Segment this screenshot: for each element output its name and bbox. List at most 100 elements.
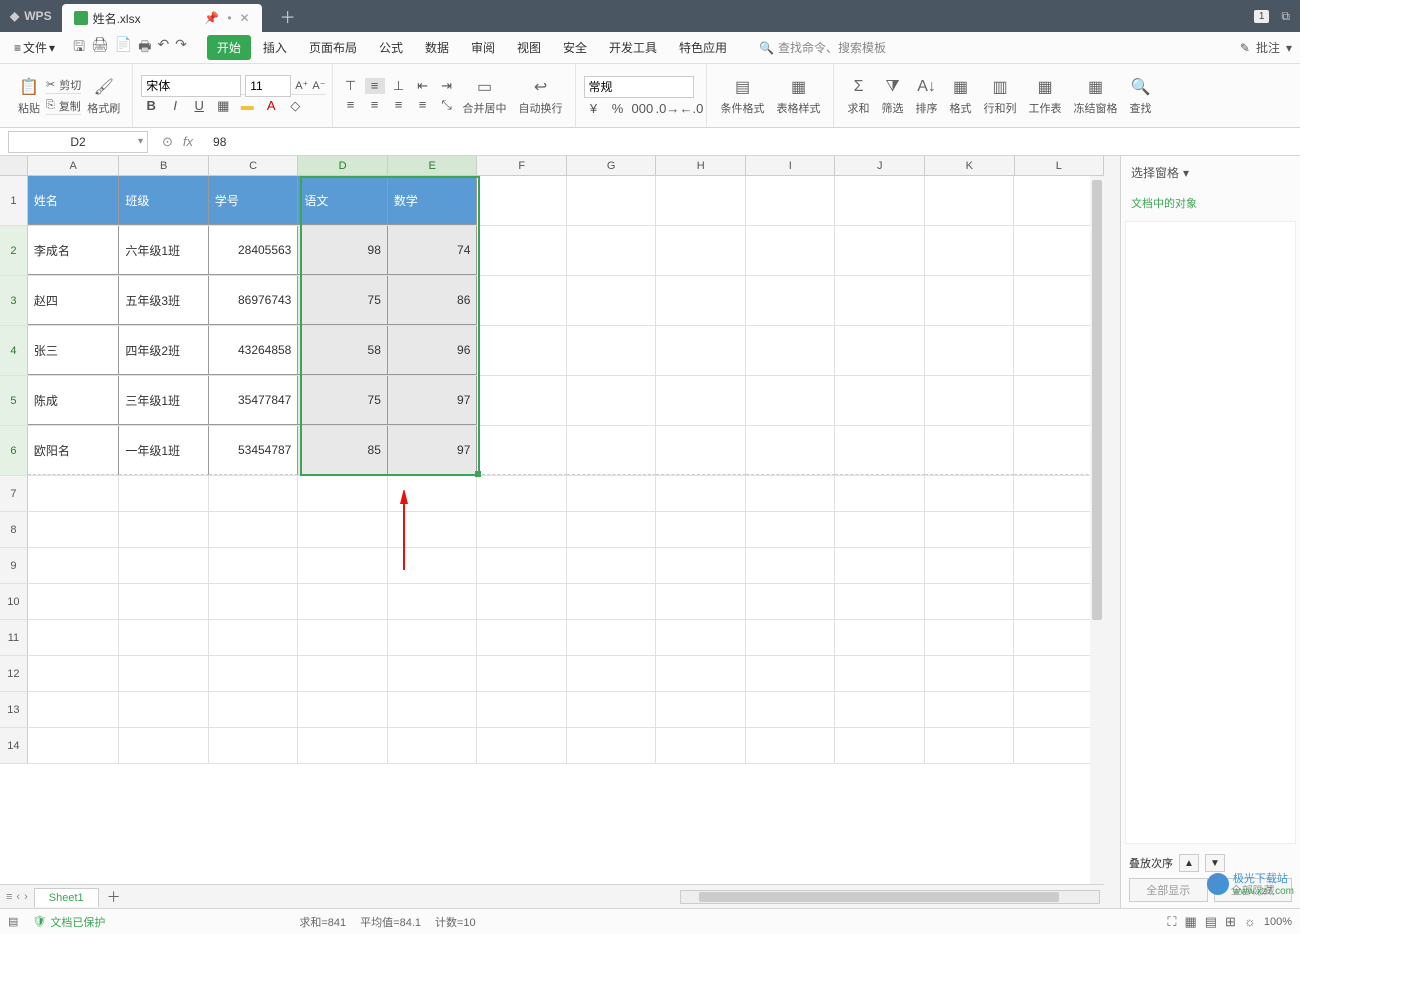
align-center-icon[interactable]: ≡ — [365, 97, 385, 113]
cell[interactable] — [28, 692, 120, 727]
cell[interactable] — [388, 692, 478, 727]
row-header[interactable]: 4 — [0, 326, 28, 375]
annotate-label[interactable]: 批注 — [1256, 39, 1280, 56]
vertical-scroll-thumb[interactable] — [1092, 180, 1102, 620]
format-painter-button[interactable]: 🖌 格式刷 — [81, 72, 126, 120]
cell[interactable] — [656, 176, 746, 225]
cell[interactable] — [746, 276, 836, 325]
cell[interactable] — [925, 584, 1015, 619]
grid-settings-icon[interactable]: ▤ — [8, 915, 18, 928]
tab-layout[interactable]: 页面布局 — [299, 35, 367, 60]
brightness-icon[interactable]: ☼ — [1244, 914, 1256, 929]
bring-forward-button[interactable]: ▲ — [1179, 854, 1199, 872]
cut-button[interactable]: ✂剪切 — [46, 76, 81, 94]
vertical-scrollbar[interactable] — [1090, 176, 1104, 884]
cell[interactable] — [119, 728, 209, 763]
cell[interactable] — [656, 226, 746, 275]
cell[interactable] — [477, 476, 567, 511]
cell[interactable] — [388, 584, 478, 619]
document-protected[interactable]: 🛡 文档已保护 — [32, 914, 105, 930]
zoom-level[interactable]: 100% — [1264, 916, 1292, 928]
cell[interactable] — [656, 376, 746, 425]
print-icon[interactable]: 🖶 — [138, 36, 151, 60]
fullscreen-icon[interactable]: ⛶ — [1167, 914, 1176, 930]
cell[interactable] — [925, 548, 1015, 583]
formula-input[interactable]: 98 — [207, 135, 1300, 149]
cell[interactable]: 86 — [388, 276, 478, 325]
align-justify-icon[interactable]: ≡ — [413, 97, 433, 113]
cell[interactable] — [28, 476, 120, 511]
cell[interactable] — [925, 620, 1015, 655]
cell[interactable]: 四年级2班 — [119, 326, 209, 375]
cell[interactable] — [477, 276, 567, 325]
cell[interactable] — [567, 512, 657, 547]
column-header[interactable]: J — [835, 156, 925, 175]
cell[interactable] — [656, 620, 746, 655]
cell[interactable] — [925, 728, 1015, 763]
cell[interactable] — [28, 620, 120, 655]
row-header[interactable]: 2 — [0, 226, 28, 275]
cell[interactable] — [835, 728, 925, 763]
cell[interactable] — [567, 226, 657, 275]
orientation-icon[interactable]: ⤡ — [437, 97, 457, 113]
cell[interactable] — [925, 176, 1015, 225]
row-header[interactable]: 9 — [0, 548, 28, 583]
cell[interactable]: 语文 — [298, 176, 388, 225]
cell[interactable] — [567, 176, 657, 225]
cell[interactable] — [477, 620, 567, 655]
cell[interactable] — [298, 512, 388, 547]
cell[interactable] — [28, 584, 120, 619]
cell[interactable] — [835, 692, 925, 727]
cell[interactable]: 75 — [298, 376, 388, 425]
cell[interactable] — [298, 692, 388, 727]
cell[interactable] — [209, 620, 299, 655]
cell[interactable] — [28, 728, 120, 763]
cell[interactable]: 陈成 — [28, 376, 120, 425]
document-tab[interactable]: 姓名.xlsx 📌 • ✕ — [62, 4, 262, 32]
align-middle-icon[interactable]: ≡ — [365, 78, 385, 94]
cell[interactable] — [209, 476, 299, 511]
underline-icon[interactable]: U — [189, 98, 209, 114]
cell[interactable] — [656, 276, 746, 325]
table-style-button[interactable]: ▦表格样式 — [771, 72, 827, 120]
column-header[interactable]: H — [656, 156, 746, 175]
cell[interactable]: 数学 — [388, 176, 478, 225]
copy-button[interactable]: ⎘复制 — [46, 97, 81, 115]
align-left-icon[interactable]: ≡ — [341, 97, 361, 113]
spreadsheet[interactable]: ABCDEFGHIJKL 1姓名班级学号语文数学2李成名六年级1班2840556… — [0, 156, 1104, 884]
cell[interactable] — [746, 226, 836, 275]
indent-decrease-icon[interactable]: ⇤ — [413, 78, 433, 94]
column-header[interactable]: F — [477, 156, 567, 175]
column-header[interactable]: G — [567, 156, 657, 175]
tab-review[interactable]: 审阅 — [461, 35, 505, 60]
row-header[interactable]: 10 — [0, 584, 28, 619]
cell[interactable] — [388, 620, 478, 655]
cell[interactable] — [746, 584, 836, 619]
show-all-button[interactable]: 全部显示 — [1129, 878, 1208, 902]
row-header[interactable]: 12 — [0, 656, 28, 691]
cond-format-button[interactable]: ▤条件格式 — [715, 72, 771, 120]
cell[interactable] — [656, 512, 746, 547]
cell[interactable] — [746, 512, 836, 547]
undo-icon[interactable]: ↶ — [157, 36, 169, 60]
cell[interactable] — [477, 728, 567, 763]
paste-button[interactable]: 📋 粘贴 — [12, 72, 46, 120]
column-header[interactable]: E — [388, 156, 478, 175]
align-right-icon[interactable]: ≡ — [389, 97, 409, 113]
column-header[interactable]: I — [746, 156, 836, 175]
redo-icon[interactable]: ↷ — [175, 36, 187, 60]
cell[interactable] — [119, 584, 209, 619]
print-preview-icon[interactable]: 📄 — [115, 36, 132, 60]
cancel-icon[interactable]: ⊙ — [162, 134, 173, 150]
fx-icon[interactable]: fx — [183, 134, 193, 150]
name-box[interactable]: D2 ▾ — [8, 131, 148, 153]
border-icon[interactable]: ▦ — [213, 98, 233, 114]
cell[interactable] — [656, 476, 746, 511]
row-header[interactable]: 3 — [0, 276, 28, 325]
cell[interactable] — [567, 326, 657, 375]
command-search[interactable]: 🔍 查找命令、搜索模板 — [759, 39, 886, 56]
tab-start[interactable]: 开始 — [207, 35, 251, 60]
cell[interactable] — [477, 584, 567, 619]
row-header[interactable]: 13 — [0, 692, 28, 727]
percent-icon[interactable]: % — [608, 101, 628, 116]
